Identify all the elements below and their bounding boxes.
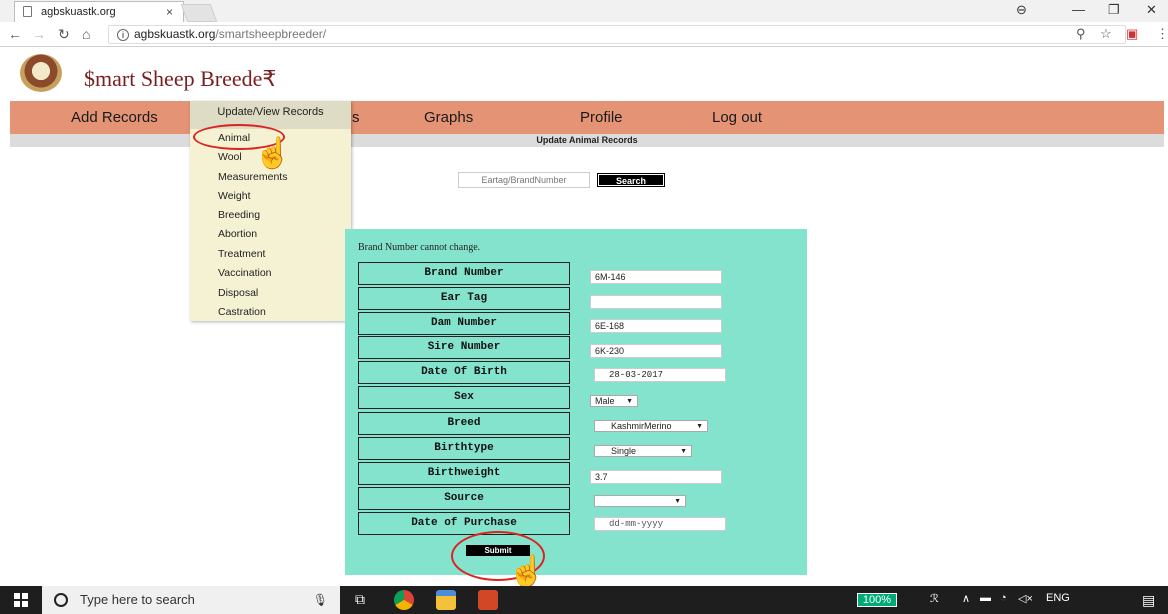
chrome-icon[interactable] — [394, 590, 414, 610]
brand-number-field[interactable]: 6M-146 — [590, 270, 722, 284]
restore-icon[interactable]: ❐ — [1108, 2, 1120, 18]
ear-tag-field[interactable] — [590, 295, 722, 309]
nav-hidden-fragment: s — [352, 109, 360, 126]
page-icon — [23, 6, 32, 17]
sex-select-value: Male — [595, 396, 615, 406]
browser-tab[interactable]: agbskuastk.org × — [14, 1, 184, 22]
nav-graphs[interactable]: Graphs — [424, 109, 473, 126]
chevron-up-icon[interactable]: ∧ — [962, 592, 970, 605]
menu-icon[interactable]: ⋮ — [1156, 26, 1168, 42]
zoom-indicator[interactable]: 100% — [857, 593, 897, 607]
main-navbar: Add Records s Graphs Profile Log out — [10, 101, 1164, 134]
source-select[interactable]: ▼ — [594, 495, 686, 507]
battery-icon[interactable]: ▬ — [980, 592, 991, 604]
pointer-hand-icon: ☝ — [253, 136, 292, 171]
label-sire-number: Sire Number — [358, 336, 570, 359]
profile-icon[interactable]: ⊖ — [1016, 2, 1027, 18]
menu-item-vaccination[interactable]: Vaccination — [218, 267, 272, 279]
volume-muted-icon[interactable]: ◁× — [1018, 592, 1033, 605]
address-bar: ← → ↻ ⌂ i agbskuastk.org/smartsheepbreede… — [0, 22, 1168, 47]
menu-item-measurements[interactable]: Measurements — [218, 171, 287, 183]
breed-select-value: KashmirMerino — [611, 421, 672, 431]
chevron-down-icon: ▼ — [674, 498, 681, 505]
reload-icon[interactable]: ↻ — [58, 26, 70, 43]
site-title: $mart Sheep Breede₹ — [84, 66, 277, 91]
chevron-down-icon: ▼ — [696, 423, 703, 430]
minimize-icon[interactable]: — — [1072, 2, 1085, 17]
label-sex: Sex — [358, 386, 570, 409]
tab-close-icon[interactable]: × — [166, 5, 173, 19]
nav-profile[interactable]: Profile — [580, 109, 623, 126]
microphone-icon[interactable]: 🎙 — [313, 586, 328, 614]
taskbar-search[interactable]: Type here to search 🎙 — [42, 586, 340, 614]
birthtype-select-value: Single — [611, 446, 637, 456]
label-brand-number: Brand Number — [358, 262, 570, 285]
task-view-icon[interactable]: ⧉ — [355, 591, 365, 608]
menu-item-wool[interactable]: Wool — [218, 151, 242, 163]
label-breed: Breed — [358, 412, 570, 435]
menu-item-disposal[interactable]: Disposal — [218, 287, 258, 299]
label-birthtype: Birthtype — [358, 437, 570, 460]
dam-number-field[interactable]: 6E-168 — [590, 319, 722, 333]
info-icon[interactable]: i — [117, 29, 129, 41]
pocket-extension-icon[interactable]: ▣ — [1126, 26, 1138, 42]
menu-item-breeding[interactable]: Breeding — [218, 209, 260, 221]
site-logo — [20, 54, 62, 92]
chevron-down-icon: ▼ — [680, 448, 687, 455]
menu-item-weight[interactable]: Weight — [218, 190, 251, 202]
file-explorer-icon[interactable] — [436, 590, 456, 610]
forward-icon[interactable]: → — [32, 26, 46, 42]
taskbar-search-placeholder: Type here to search — [80, 592, 195, 607]
tab-title: agbskuastk.org — [41, 6, 116, 18]
search-button[interactable]: Search — [597, 173, 665, 187]
breed-select[interactable]: KashmirMerino ▼ — [594, 420, 708, 432]
label-dam-number: Dam Number — [358, 312, 570, 335]
chevron-down-icon: ▼ — [626, 398, 633, 405]
label-birthweight: Birthweight — [358, 462, 570, 485]
nav-add-records[interactable]: Add Records — [71, 109, 158, 126]
birthweight-field[interactable]: 3.7 — [590, 470, 722, 484]
form-note: Brand Number cannot change. — [358, 242, 481, 253]
nav-logout[interactable]: Log out — [712, 109, 762, 126]
url-path: /smartsheepbreeder/ — [215, 27, 327, 41]
eartag-search-input[interactable]: Eartag/BrandNumber — [458, 172, 590, 188]
date-of-birth-field[interactable]: 28-03-2017 — [594, 368, 726, 382]
powerpoint-icon[interactable] — [478, 590, 498, 610]
page-subheader: Update Animal Records — [10, 134, 1164, 147]
cortana-icon — [54, 593, 68, 607]
url-field[interactable]: i agbskuastk.org/smartsheepbreeder/ — [108, 25, 1126, 44]
menu-item-treatment[interactable]: Treatment — [218, 248, 265, 260]
zoom-icon[interactable]: ⚲ — [1076, 26, 1086, 42]
sex-select[interactable]: Male ▼ — [590, 395, 638, 407]
pointer-hand-icon: ☝ — [507, 554, 546, 589]
sire-number-field[interactable]: 6K-230 — [590, 344, 722, 358]
back-icon[interactable]: ← — [8, 26, 22, 42]
people-icon[interactable]: ℛ — [930, 592, 939, 605]
home-icon[interactable]: ⌂ — [82, 26, 90, 42]
windows-taskbar: Type here to search 🎙 ⧉ — [0, 586, 1168, 614]
label-source: Source — [358, 487, 570, 510]
label-date-of-purchase: Date of Purchase — [358, 512, 570, 535]
notifications-icon[interactable]: ▤ — [1142, 592, 1155, 609]
browser-tab-bar: agbskuastk.org × ⊖ — ❐ ✕ — [0, 0, 1168, 22]
url-domain: agbskuastk.org — [134, 27, 216, 41]
language-indicator[interactable]: ENG — [1046, 592, 1070, 604]
nav-update-view-records[interactable]: Update/View Records — [190, 101, 351, 129]
menu-item-abortion[interactable]: Abortion — [218, 228, 257, 240]
bookmark-star-icon[interactable]: ☆ — [1100, 26, 1112, 42]
birthtype-select[interactable]: Single ▼ — [594, 445, 692, 457]
wifi-icon[interactable]: ◔ — [1000, 592, 1007, 604]
close-window-icon[interactable]: ✕ — [1146, 2, 1157, 18]
windows-start-icon[interactable] — [14, 593, 28, 607]
label-ear-tag: Ear Tag — [358, 287, 570, 310]
date-of-purchase-field[interactable]: dd-mm-yyyy — [594, 517, 726, 531]
menu-item-castration[interactable]: Castration — [218, 306, 266, 318]
label-date-of-birth: Date Of Birth — [358, 361, 570, 384]
new-tab-button[interactable] — [180, 4, 218, 22]
